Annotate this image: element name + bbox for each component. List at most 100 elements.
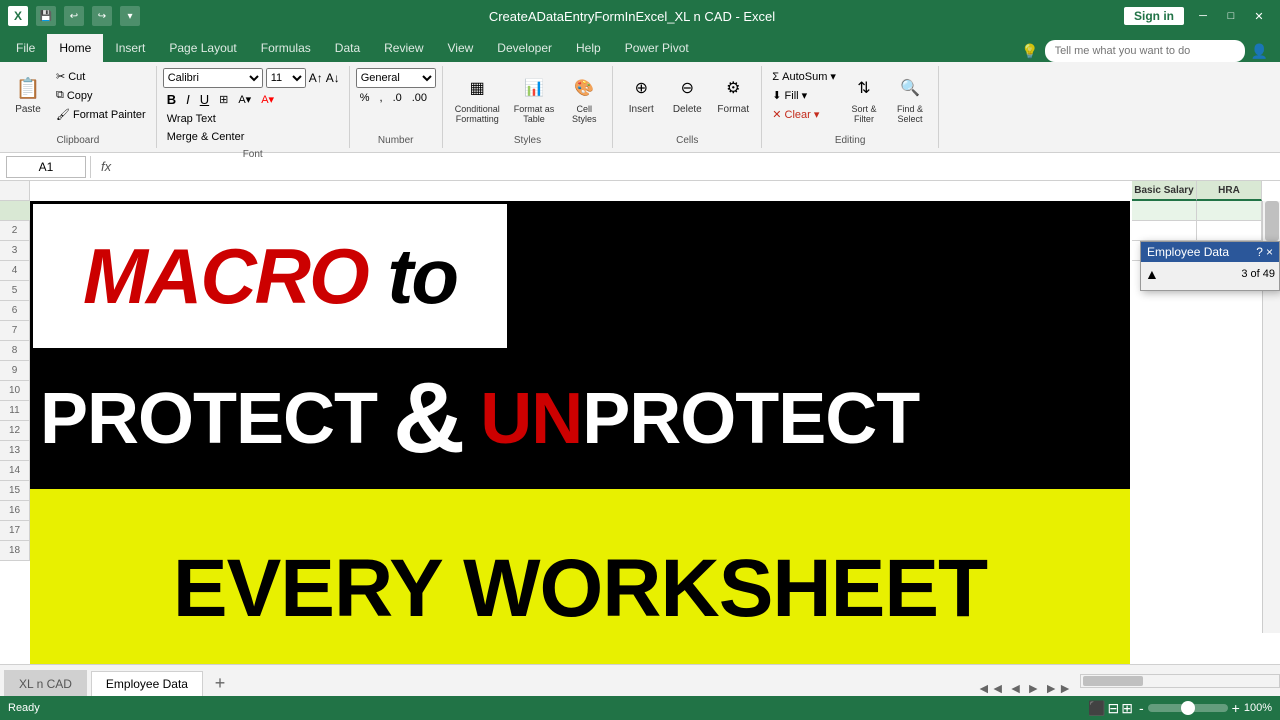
- formula-input[interactable]: [121, 160, 1274, 174]
- comma-btn[interactable]: ,: [376, 90, 387, 106]
- format-painter-button[interactable]: 🖌Format Painter: [52, 106, 150, 123]
- form-up-button[interactable]: ▲: [1145, 266, 1159, 282]
- every-worksheet-text: EVERY WORKSHEET: [173, 542, 987, 636]
- clipboard-items: 📋 Paste ✂Cut ⧉Copy 🖌Format Painter: [6, 68, 150, 131]
- row-num-selected: [0, 201, 30, 221]
- sheet-tab-xlncad[interactable]: XL n CAD: [4, 670, 87, 696]
- col-I-header: HRA: [1197, 181, 1262, 201]
- tab-formulas[interactable]: Formulas: [249, 34, 323, 62]
- horizontal-scrollbar[interactable]: [1080, 674, 1280, 688]
- page-layout-btn[interactable]: ⊟: [1108, 700, 1120, 717]
- row-num-11: 11: [0, 401, 30, 421]
- row-num-10: 10: [0, 381, 30, 401]
- delete-cells-button[interactable]: ⊖ Delete: [665, 68, 709, 119]
- view-buttons: ⬛ ⊟ ⊞: [1088, 700, 1133, 717]
- decrease-decimal-btn[interactable]: .0: [389, 90, 406, 106]
- scroll-thumb[interactable]: [1265, 201, 1279, 241]
- underline-button[interactable]: U: [196, 90, 213, 109]
- font-color-button[interactable]: A▾: [257, 91, 278, 108]
- tab-file[interactable]: File: [4, 34, 47, 62]
- close-button[interactable]: ✕: [1246, 6, 1272, 26]
- tell-me-input[interactable]: [1045, 40, 1245, 62]
- add-sheet-button[interactable]: +: [207, 670, 233, 696]
- clear-button[interactable]: ✕ Clear ▾: [768, 106, 840, 123]
- tab-home[interactable]: Home: [47, 34, 103, 62]
- cells-items: ⊕ Insert ⊖ Delete ⚙ Format: [619, 68, 755, 131]
- number-format-select[interactable]: General: [356, 68, 436, 88]
- table-row: [1132, 221, 1262, 241]
- conditional-formatting-button[interactable]: ▦ ConditionalFormatting: [449, 68, 506, 128]
- zoom-out-btn[interactable]: -: [1139, 700, 1144, 716]
- tab-powerpivot[interactable]: Power Pivot: [613, 34, 701, 62]
- form-dialog-content: ▲ 3 of 49: [1141, 262, 1279, 290]
- form-close-button[interactable]: ×: [1266, 245, 1273, 259]
- tab-view[interactable]: View: [436, 34, 486, 62]
- decrease-font-btn[interactable]: A↓: [326, 71, 340, 85]
- ribbon-tabs: File Home Insert Page Layout Formulas Da…: [0, 32, 1280, 62]
- tab-help[interactable]: Help: [564, 34, 613, 62]
- zoom-thumb[interactable]: [1181, 701, 1195, 715]
- cell-styles-button[interactable]: 🎨 CellStyles: [562, 68, 606, 128]
- italic-button[interactable]: I: [182, 90, 194, 109]
- percent-btn[interactable]: %: [356, 90, 374, 106]
- paste-button[interactable]: 📋 Paste: [6, 68, 50, 119]
- page-break-btn[interactable]: ⊞: [1121, 700, 1133, 717]
- increase-decimal-btn[interactable]: .00: [408, 90, 431, 106]
- tab-developer[interactable]: Developer: [485, 34, 564, 62]
- row-num-2: 2: [0, 221, 30, 241]
- row-num-3: 3: [0, 241, 30, 261]
- scroll-sheets-left[interactable]: ◄◄: [977, 680, 1005, 696]
- autosum-button[interactable]: Σ AutoSum ▾: [768, 68, 840, 85]
- row-num-9: 9: [0, 361, 30, 381]
- sort-filter-button[interactable]: ⇅ Sort &Filter: [842, 68, 886, 128]
- redo-button[interactable]: ↪: [92, 6, 112, 26]
- zoom-in-btn[interactable]: +: [1232, 700, 1240, 716]
- fill-color-button[interactable]: A▾: [234, 91, 255, 108]
- tab-pagelayout[interactable]: Page Layout: [157, 34, 248, 62]
- merge-center-button[interactable]: Merge & Center: [163, 129, 249, 145]
- tab-review[interactable]: Review: [372, 34, 435, 62]
- scroll-tab-left[interactable]: ◄: [1009, 680, 1023, 696]
- minimize-button[interactable]: ─: [1190, 6, 1216, 26]
- h-scroll-thumb[interactable]: [1083, 676, 1143, 686]
- paste-icon: 📋: [12, 72, 44, 104]
- every-worksheet-row: EVERY WORKSHEET: [30, 489, 1130, 689]
- format-cells-button[interactable]: ⚙ Format: [711, 68, 755, 119]
- form-help-button[interactable]: ?: [1256, 245, 1263, 259]
- find-select-button[interactable]: 🔍 Find &Select: [888, 68, 932, 128]
- clipboard-label: Clipboard: [56, 131, 99, 146]
- bold-button[interactable]: B: [163, 90, 180, 109]
- scroll-sheets-right[interactable]: ►►: [1044, 680, 1072, 696]
- font-family-select[interactable]: Calibri: [163, 68, 263, 88]
- sign-in-button[interactable]: Sign in: [1124, 7, 1184, 25]
- ribbon-group-styles: ▦ ConditionalFormatting 📊 Format asTable…: [443, 66, 614, 148]
- sheet-tabs-bar: XL n CAD Employee Data + ◄◄ ◄ ► ►►: [0, 664, 1280, 696]
- tab-insert[interactable]: Insert: [103, 34, 157, 62]
- corner-cell: [0, 181, 30, 201]
- quick-access-dropdown[interactable]: ▾: [120, 6, 140, 26]
- ribbon-group-font: Calibri 11 A↑ A↓ B I U ⊞ A▾ A▾ Wrap: [157, 66, 350, 148]
- font-size-select[interactable]: 11: [266, 68, 306, 88]
- cell-i1: [1197, 201, 1262, 220]
- zoom-slider[interactable]: [1148, 704, 1228, 712]
- normal-view-btn[interactable]: ⬛: [1088, 700, 1105, 717]
- row-num-16: 16: [0, 501, 30, 521]
- fill-button[interactable]: ⬇ Fill ▾: [768, 87, 840, 104]
- copy-button[interactable]: ⧉Copy: [52, 87, 150, 104]
- format-icon: ⚙: [717, 72, 749, 104]
- undo-button[interactable]: ↩: [64, 6, 84, 26]
- tab-data[interactable]: Data: [323, 34, 372, 62]
- sheet-tab-employeedata[interactable]: Employee Data: [91, 671, 203, 697]
- wrap-text-button[interactable]: Wrap Text: [163, 111, 220, 127]
- maximize-button[interactable]: □: [1218, 6, 1244, 26]
- editing-items: Σ AutoSum ▾ ⬇ Fill ▾ ✕ Clear ▾ ⇅ Sort &F…: [768, 68, 932, 131]
- cut-button[interactable]: ✂Cut: [52, 68, 150, 85]
- format-as-table-button[interactable]: 📊 Format asTable: [508, 68, 561, 128]
- styles-label: Styles: [514, 131, 541, 146]
- save-button[interactable]: 💾: [36, 6, 56, 26]
- border-button[interactable]: ⊞: [215, 91, 232, 108]
- scroll-tab-right[interactable]: ►: [1026, 680, 1040, 696]
- insert-cells-button[interactable]: ⊕ Insert: [619, 68, 663, 119]
- increase-font-btn[interactable]: A↑: [309, 71, 323, 85]
- name-box[interactable]: A1: [6, 156, 86, 178]
